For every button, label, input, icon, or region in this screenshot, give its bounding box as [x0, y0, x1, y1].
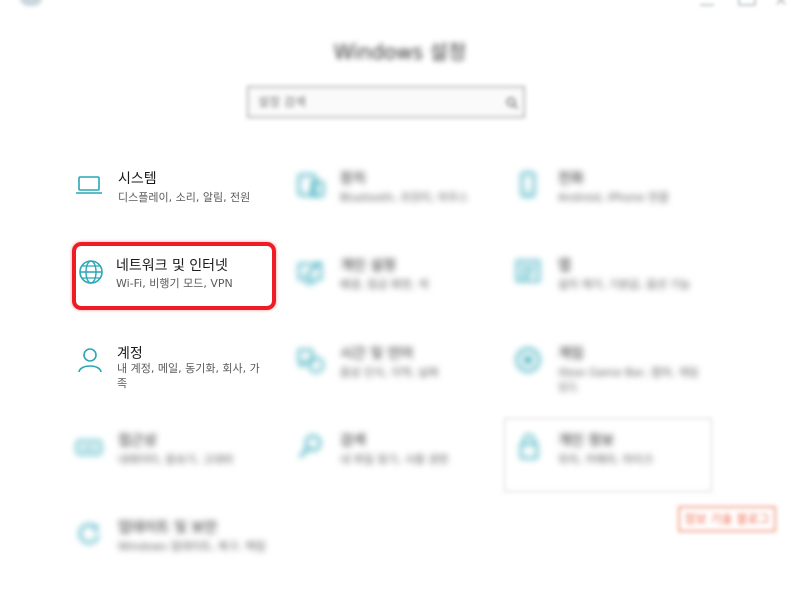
phone-icon — [514, 170, 544, 200]
page-title: Windows 설정 — [333, 40, 467, 64]
personalization-icon — [296, 257, 326, 287]
tile-privacy[interactable]: 개인 정보 위치, 카메라, 마이크 — [514, 430, 714, 490]
tile-description: Bluetooth, 프린터, 마우스 — [340, 191, 469, 204]
tile-name: 접근성 — [118, 433, 157, 449]
tile-description: 위치, 카메라, 마이크 — [558, 453, 653, 466]
tile-name: 게임 — [558, 346, 584, 362]
tile-search[interactable]: 검색 내 파일 찾기, 사용 권한 — [296, 430, 496, 490]
search-settings-icon — [296, 432, 326, 462]
account-icon — [76, 345, 106, 375]
tile-name: 시스템 — [118, 171, 157, 187]
tile-description: 디스플레이, 소리, 알림, 전원 — [118, 191, 251, 204]
tile-description: 내레이터, 돋보기, 고대비 — [118, 453, 234, 466]
tile-name: 개인 설정 — [340, 258, 396, 274]
tile-description: 배경, 잠금 화면, 색 — [340, 278, 429, 291]
accessibility-icon — [74, 432, 104, 462]
minimize-icon[interactable] — [700, 0, 714, 6]
tile-name: 앱 — [558, 258, 571, 274]
tile-description: 내 파일 찾기, 사용 권한 — [340, 453, 449, 466]
tile-description: 설치 제거, 기본값, 옵션 기능 — [558, 278, 691, 291]
tile-update-security[interactable]: 업데이트 및 보안 Windows 업데이트, 복구, 백업 — [74, 517, 274, 577]
tile-phone[interactable]: 전화 Android, iPhone 연결 — [514, 168, 714, 228]
highlight-annotation — [72, 242, 276, 310]
tile-name: 개인 정보 — [558, 433, 614, 449]
tile-description: 음성 인식, 지역, 날짜 — [340, 366, 439, 379]
tile-devices[interactable]: 장치 Bluetooth, 프린터, 마우스 — [296, 168, 496, 228]
update-security-icon — [74, 519, 104, 549]
tile-description: 내 계정, 메일, 동기화, 회사, 가족 — [117, 362, 260, 390]
search-input[interactable] — [256, 87, 490, 117]
tile-accessibility[interactable]: 접근성 내레이터, 돋보기, 고대비 — [74, 430, 274, 490]
tile-name: 장치 — [340, 171, 366, 187]
laptop-icon — [74, 170, 104, 200]
maximize-icon[interactable] — [738, 0, 756, 6]
tile-name: 시간 및 언어 — [340, 346, 414, 362]
tile-description: Windows 업데이트, 복구, 백업 — [118, 540, 266, 553]
privacy-icon — [514, 432, 544, 462]
search-icon — [506, 94, 518, 109]
tile-name: 검색 — [340, 433, 366, 449]
search-box[interactable] — [247, 86, 525, 118]
watermark-stamp: 정보 기술 블로그 — [678, 506, 776, 532]
tile-personalization[interactable]: 개인 설정 배경, 잠금 화면, 색 — [296, 255, 496, 315]
devices-icon — [296, 170, 326, 200]
tile-time-language[interactable]: 시간 및 언어 음성 인식, 지역, 날짜 — [296, 343, 496, 403]
time-language-icon — [296, 345, 326, 375]
tile-name: 전화 — [558, 171, 584, 187]
tile-gaming[interactable]: 게임 Xbox Game Bar, 캡처, 게임 모드 — [514, 343, 714, 403]
apps-icon — [514, 257, 544, 287]
tile-apps[interactable]: 앱 설치 제거, 기본값, 옵션 기능 — [514, 255, 714, 315]
tile-name: 업데이트 및 보안 — [118, 520, 218, 536]
close-icon[interactable] — [774, 0, 788, 4]
tile-system[interactable]: 시스템 디스플레이, 소리, 알림, 전원 — [74, 168, 274, 228]
tile-description: Android, iPhone 연결 — [558, 191, 669, 204]
tile-description: Xbox Game Bar, 캡처, 게임 모드 — [558, 366, 699, 394]
gaming-icon — [514, 345, 544, 375]
app-icon — [20, 0, 42, 6]
tile-name: 계정 — [117, 346, 143, 362]
tile-accounts[interactable]: 계정 내 계정, 메일, 동기화, 회사, 가족 — [76, 343, 276, 403]
